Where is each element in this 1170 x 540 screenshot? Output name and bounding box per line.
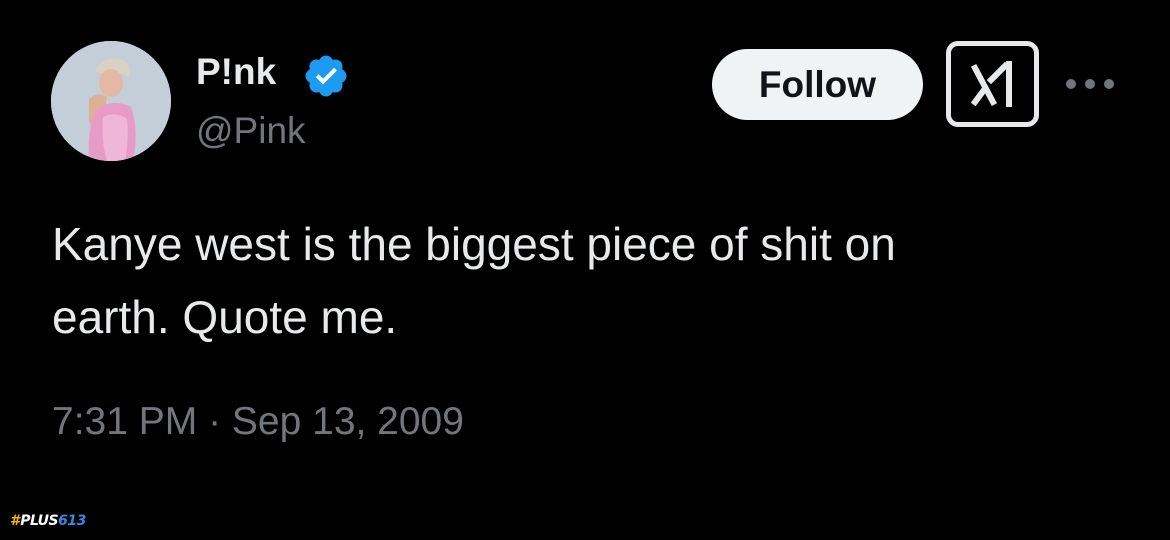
follow-button[interactable]: Follow (712, 49, 923, 120)
watermark-hash: # (10, 513, 20, 529)
more-horizontal-icon (1085, 79, 1095, 89)
tweet-text-line: earth. Quote me. (52, 291, 398, 343)
display-name[interactable]: P!nk (196, 50, 276, 94)
more-horizontal-icon (1104, 79, 1114, 89)
user-handle[interactable]: @Pink (196, 109, 306, 153)
grok-button[interactable] (946, 41, 1039, 127)
watermark-plus: PLUS (20, 513, 59, 529)
watermark-number: 613 (58, 513, 86, 529)
grok-icon (970, 61, 1012, 107)
watermark-logo: # PLUS 613 (10, 510, 86, 532)
tweet-text-line: Kanye west is the biggest piece of shit … (52, 218, 896, 270)
tweet-timestamp[interactable]: 7:31 PM · Sep 13, 2009 (52, 397, 464, 447)
more-options-button[interactable] (1066, 66, 1114, 102)
avatar-photo (51, 41, 171, 161)
verified-badge-icon[interactable] (302, 52, 350, 100)
more-horizontal-icon (1066, 79, 1076, 89)
avatar[interactable] (51, 41, 171, 161)
tweet-text: Kanye west is the biggest piece of shit … (52, 208, 1112, 354)
